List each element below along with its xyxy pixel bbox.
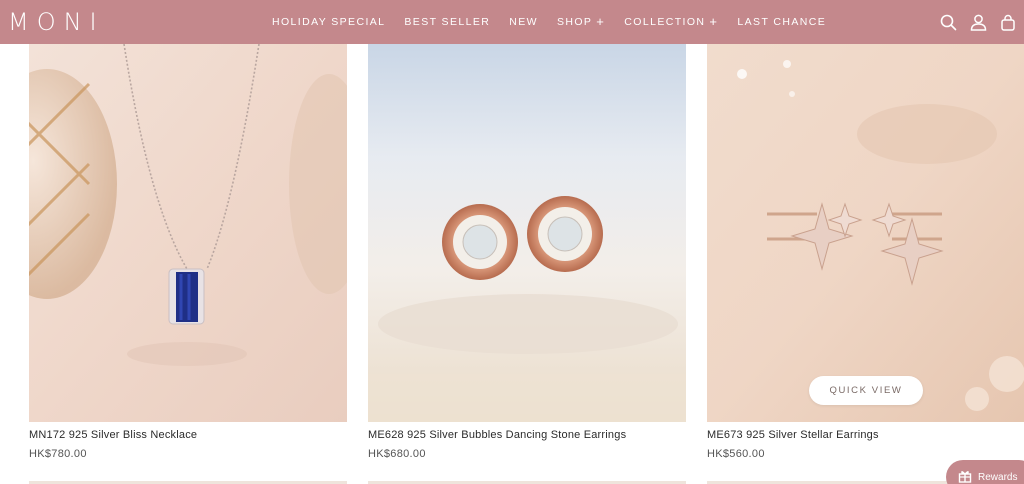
product-name[interactable]: ME628 925 Silver Bubbles Dancing Stone E…	[368, 429, 626, 441]
search-icon[interactable]	[938, 12, 958, 32]
product-grid: MN172 925 Silver Bliss Necklace HK$780.0…	[0, 44, 1024, 484]
plus-icon: +	[709, 14, 719, 29]
rewards-label: Rewards	[978, 471, 1018, 483]
nav-last-chance[interactable]: LAST CHANCE	[737, 16, 826, 28]
account-icon[interactable]	[968, 12, 988, 32]
plus-icon: +	[596, 14, 606, 29]
product-name[interactable]: ME673 925 Silver Stellar Earrings	[707, 429, 879, 441]
nav-best-seller[interactable]: BEST SELLER	[404, 16, 490, 28]
nav-new[interactable]: NEW	[509, 16, 538, 28]
product-image-stellar-earrings[interactable]: QUICK VIEW	[707, 44, 1024, 422]
product-card[interactable]: MN172 925 Silver Bliss Necklace HK$780.0…	[29, 44, 347, 484]
nav-collection[interactable]: COLLECTION +	[624, 14, 719, 29]
product-price: HK$560.00	[707, 448, 765, 460]
product-image-necklace[interactable]	[29, 44, 347, 422]
rewards-button[interactable]: Rewards	[946, 460, 1024, 484]
product-price: HK$780.00	[29, 448, 87, 460]
nav-shop[interactable]: SHOP +	[557, 14, 606, 29]
product-image-earrings[interactable]	[368, 44, 686, 422]
gift-icon	[958, 469, 972, 484]
quick-view-button[interactable]: QUICK VIEW	[809, 376, 923, 405]
nav-holiday-special[interactable]: HOLIDAY SPECIAL	[272, 16, 385, 28]
product-card[interactable]: QUICK VIEW ME673 925 Silver Stellar Earr…	[707, 44, 1024, 484]
main-nav: HOLIDAY SPECIAL BEST SELLER NEW SHOP + CO…	[272, 0, 845, 44]
cart-icon[interactable]	[998, 12, 1018, 32]
header-actions	[928, 0, 1018, 44]
brand-logo[interactable]: MONI	[8, 8, 105, 36]
site-header: MONI HOLIDAY SPECIAL BEST SELLER NEW SHO…	[0, 0, 1024, 44]
product-name[interactable]: MN172 925 Silver Bliss Necklace	[29, 429, 197, 441]
product-price: HK$680.00	[368, 448, 426, 460]
product-card[interactable]: ME628 925 Silver Bubbles Dancing Stone E…	[368, 44, 686, 484]
